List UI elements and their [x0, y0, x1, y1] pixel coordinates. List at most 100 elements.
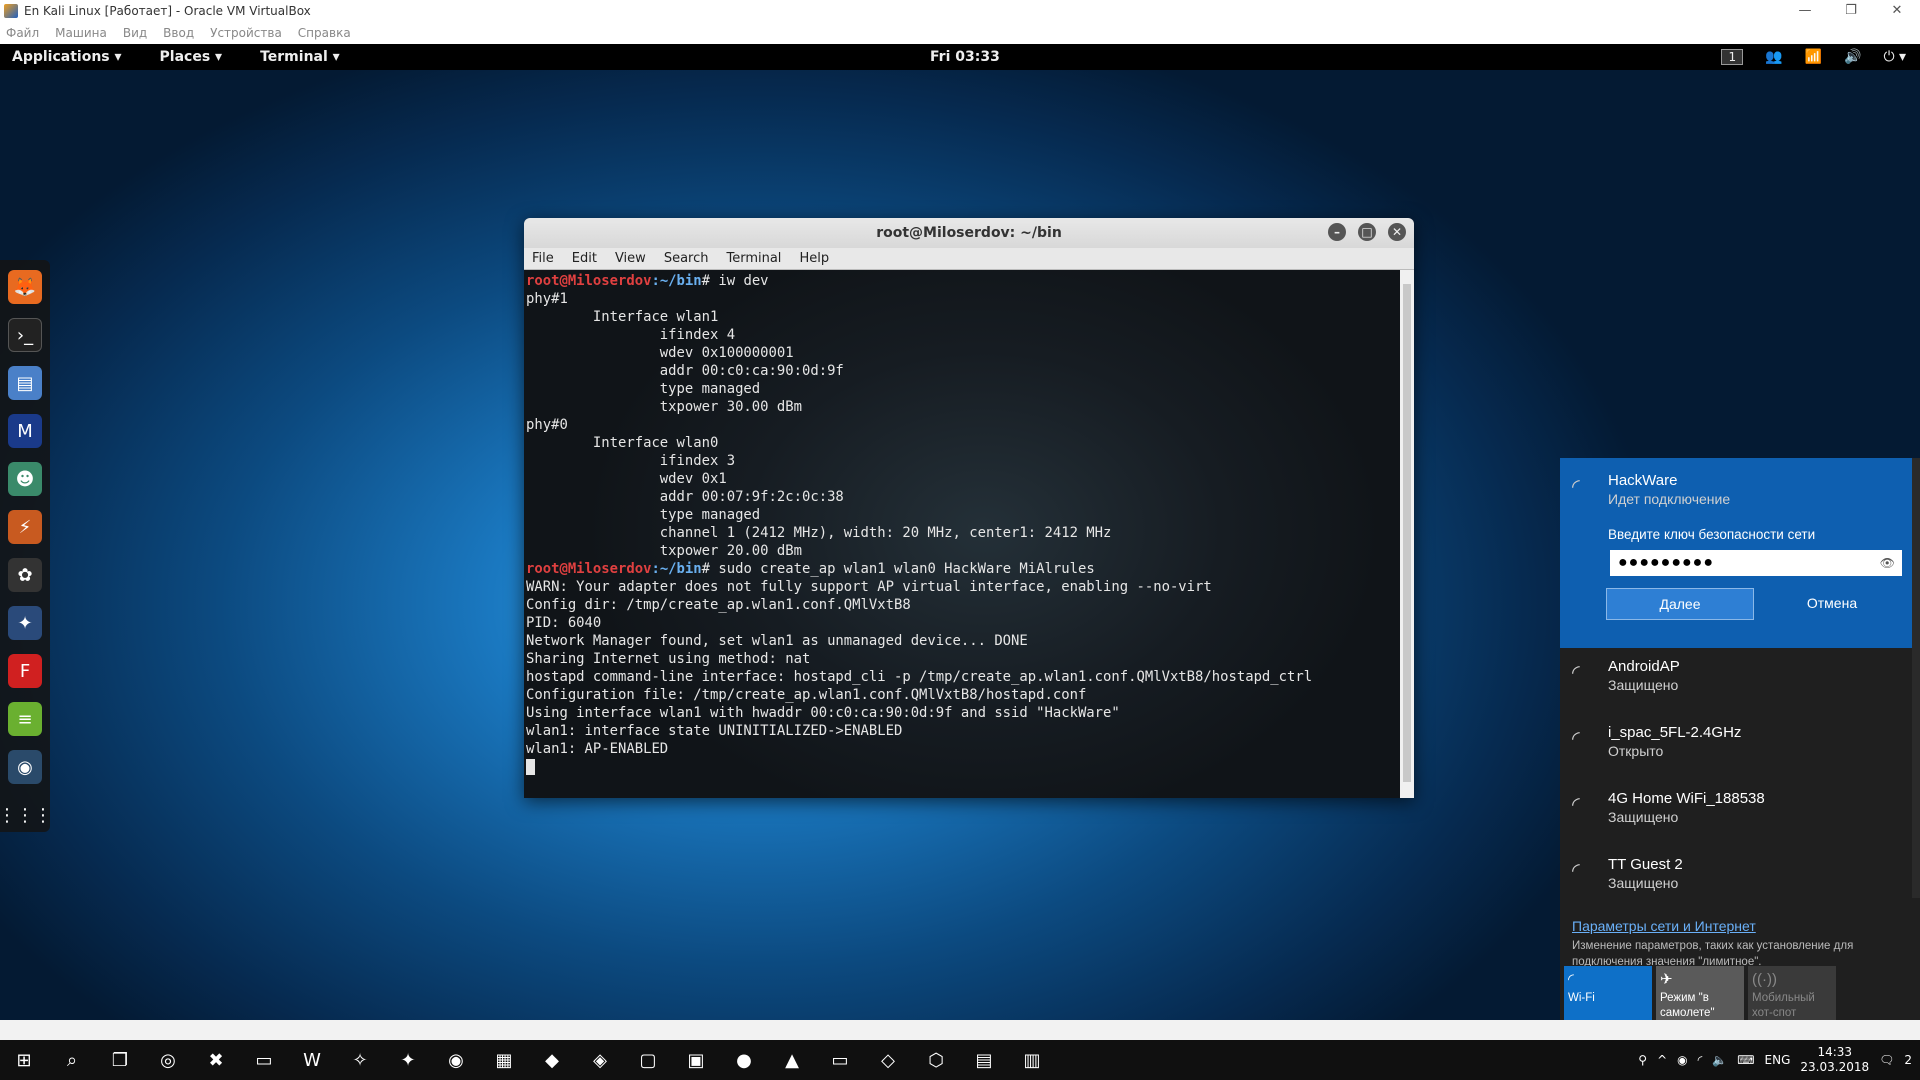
cherrytree-icon[interactable]: ◉: [8, 750, 42, 784]
files-icon[interactable]: ▤: [8, 366, 42, 400]
task-view-icon[interactable]: ❐: [102, 1042, 138, 1078]
network-item-selected[interactable]: ◜ HackWare Идет подключение Введите ключ…: [1560, 458, 1920, 648]
app-icon[interactable]: ●: [726, 1042, 762, 1078]
maximize-button[interactable]: ❐: [1828, 0, 1874, 22]
terminal-output[interactable]: root@Miloserdov:~/bin# iw dev phy#1 Inte…: [524, 270, 1400, 798]
beef-icon[interactable]: ✦: [8, 606, 42, 640]
terminal-line: PID: 6040: [526, 615, 602, 631]
tray-chevron-icon[interactable]: ^: [1657, 1053, 1667, 1067]
network-name: AndroidAP: [1608, 658, 1680, 675]
terminal-scrollbar-thumb[interactable]: [1403, 284, 1411, 782]
tray-time: 14:33: [1817, 1045, 1853, 1059]
network-name: 4G Home WiFi_188538: [1608, 790, 1765, 807]
app-icon[interactable]: ◉: [438, 1042, 474, 1078]
terminal-menu-file[interactable]: File: [532, 251, 554, 266]
vbox-menu-file[interactable]: Файл: [6, 26, 39, 40]
language-indicator[interactable]: ENG: [1765, 1053, 1791, 1067]
vbox-menu-help[interactable]: Справка: [298, 26, 351, 40]
app-icon[interactable]: ▤: [966, 1042, 1002, 1078]
file-explorer-icon[interactable]: ▭: [246, 1042, 282, 1078]
airplane-icon: ✈: [1660, 971, 1673, 988]
network-settings-link[interactable]: Параметры сети и Интернет: [1560, 912, 1920, 934]
app-icon[interactable]: ✦: [390, 1042, 426, 1078]
terminal-app-menu[interactable]: Terminal ▾: [260, 49, 340, 65]
terminal-maximize-button[interactable]: □: [1358, 223, 1376, 241]
topbar-clock[interactable]: Fri 03:33: [930, 49, 1000, 65]
terminal-title: root@Miloserdov: ~/bin: [876, 225, 1062, 241]
terminal-scrollbar[interactable]: [1400, 270, 1414, 798]
network-item[interactable]: ◜ TT Guest 2 Защищено: [1560, 846, 1920, 912]
terminal-menu-terminal[interactable]: Terminal: [726, 251, 781, 266]
vbox-title: En Kali Linux [Работает] - Oracle VM Vir…: [24, 4, 311, 18]
terminal-icon[interactable]: ›_: [8, 318, 42, 352]
armitage-icon[interactable]: ☻: [8, 462, 42, 496]
places-menu[interactable]: Places ▾: [160, 49, 223, 65]
users-icon[interactable]: 👥: [1765, 49, 1782, 65]
network-tray-icon[interactable]: ◜: [1698, 1053, 1703, 1067]
terminal-menu-edit[interactable]: Edit: [572, 251, 597, 266]
app-icon[interactable]: ◇: [870, 1042, 906, 1078]
terminal-menu-help[interactable]: Help: [799, 251, 829, 266]
app-x-icon[interactable]: ✖: [198, 1042, 234, 1078]
metasploit-icon[interactable]: M: [8, 414, 42, 448]
app-icon[interactable]: ✧: [342, 1042, 378, 1078]
terminal-window[interactable]: root@Miloserdov: ~/bin – □ ✕ File Edit V…: [524, 218, 1414, 798]
app-icon[interactable]: ◈: [582, 1042, 618, 1078]
antivirus-icon[interactable]: ◉: [1677, 1053, 1687, 1067]
applications-menu[interactable]: Applications ▾: [12, 49, 122, 65]
calculator-icon[interactable]: ▦: [486, 1042, 522, 1078]
virtualbox-taskbar-icon[interactable]: ⬡: [918, 1042, 954, 1078]
terminal-line: wlan1: interface state UNINITIALIZED->EN…: [526, 723, 903, 739]
start-icon[interactable]: ⊞: [6, 1042, 42, 1078]
network-item[interactable]: ◜ 4G Home WiFi_188538 Защищено: [1560, 780, 1920, 846]
terminal-cursor-line: [526, 758, 1398, 776]
word-icon[interactable]: W: [294, 1042, 330, 1078]
close-button[interactable]: ✕: [1874, 0, 1920, 22]
app-icon[interactable]: ▥: [1014, 1042, 1050, 1078]
firefox-icon[interactable]: 🦊: [8, 270, 42, 304]
chrome-icon[interactable]: ◎: [150, 1042, 186, 1078]
vbox-menu-devices[interactable]: Устройства: [210, 26, 282, 40]
burpsuite-icon[interactable]: ⚡: [8, 510, 42, 544]
cancel-button[interactable]: Отмена: [1758, 588, 1906, 620]
notification-center-icon[interactable]: 🗨: [1879, 1053, 1894, 1067]
vbox-menu-machine[interactable]: Машина: [55, 26, 107, 40]
network-flyout-scrollbar[interactable]: [1912, 458, 1920, 898]
leafpad-icon[interactable]: ≡: [8, 702, 42, 736]
reveal-password-icon[interactable]: 👁: [1880, 550, 1896, 576]
security-key-input[interactable]: ●●●●●●●●● 👁: [1608, 548, 1904, 578]
search-icon[interactable]: ⌕: [54, 1042, 90, 1078]
terminal-close-button[interactable]: ✕: [1388, 223, 1406, 241]
vbox-window-controls: — ❐ ✕: [1782, 0, 1920, 22]
vbox-menu-input[interactable]: Ввод: [163, 26, 194, 40]
minimize-button[interactable]: —: [1782, 0, 1828, 22]
terminal-menu-view[interactable]: View: [615, 251, 646, 266]
vbox-titlebar: En Kali Linux [Работает] - Oracle VM Vir…: [0, 0, 1920, 22]
next-button[interactable]: Далее: [1606, 588, 1754, 620]
app-icon[interactable]: ▢: [630, 1042, 666, 1078]
app-icon[interactable]: ▣: [678, 1042, 714, 1078]
faraday-icon[interactable]: F: [8, 654, 42, 688]
terminal-titlebar[interactable]: root@Miloserdov: ~/bin – □ ✕: [524, 218, 1414, 248]
wifi-icon[interactable]: 📶: [1805, 49, 1822, 65]
app-icon[interactable]: ◆: [534, 1042, 570, 1078]
volume-tray-icon[interactable]: 🔈: [1712, 1053, 1727, 1067]
terminal-line: Config dir: /tmp/create_ap.wlan1.conf.QM…: [526, 597, 911, 613]
network-item[interactable]: ◜ AndroidAP Защищено: [1560, 648, 1920, 714]
terminal-minimize-button[interactable]: –: [1328, 223, 1346, 241]
terminal-line: wdev 0x1: [526, 471, 727, 487]
tray-clock[interactable]: 14:33 23.03.2018: [1800, 1045, 1869, 1075]
terminal-menu-search[interactable]: Search: [664, 251, 709, 266]
show-apps-icon[interactable]: ⋮⋮⋮: [0, 798, 52, 832]
volume-icon[interactable]: 🔊: [1844, 49, 1861, 65]
vbox-menu-view[interactable]: Вид: [123, 26, 147, 40]
people-icon[interactable]: ⚲: [1638, 1053, 1647, 1067]
network-item[interactable]: ◜ i_spac_5FL-2.4GHz Открыто: [1560, 714, 1920, 780]
keyboard-icon[interactable]: ⌨: [1737, 1053, 1754, 1067]
power-icon[interactable]: ⏻ ▾: [1883, 49, 1906, 65]
maltego-icon[interactable]: ✿: [8, 558, 42, 592]
app-icon[interactable]: ▭: [822, 1042, 858, 1078]
workspace-indicator[interactable]: 1: [1721, 49, 1744, 65]
vlc-icon[interactable]: ▲: [774, 1042, 810, 1078]
terminal-line: phy#0: [526, 417, 568, 433]
